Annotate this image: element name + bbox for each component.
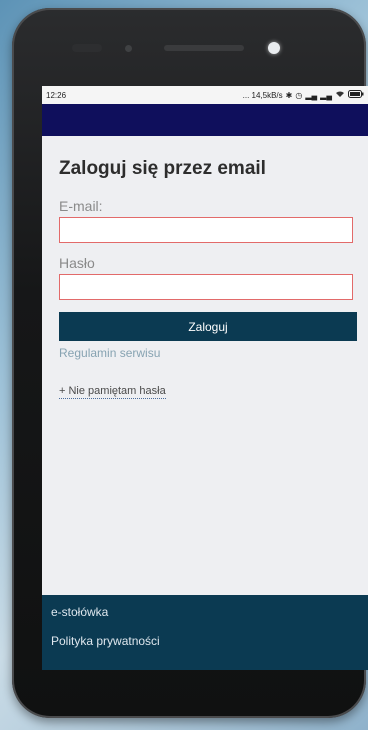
terms-link[interactable]: Regulamin serwisu [59, 346, 358, 360]
page-title: Zaloguj się przez email [59, 158, 266, 179]
footer-link-estolowka[interactable]: e-stołówka [42, 595, 368, 619]
bluetooth-icon: ✱ [285, 90, 293, 100]
sensor-dot [125, 45, 132, 52]
signal-icon: ▂▄ [320, 90, 332, 100]
footer-link-privacy[interactable]: Polityka prywatności [42, 619, 368, 648]
phone-frame: 12:26 ... 14,5kB/s ✱ ◷ ▂▄ ▂▄ Zaloguj się… [12, 8, 368, 718]
screen: 12:26 ... 14,5kB/s ✱ ◷ ▂▄ ▂▄ Zaloguj się… [42, 86, 368, 670]
login-button[interactable]: Zaloguj [59, 312, 357, 341]
wifi-icon [335, 90, 345, 100]
password-label: Hasło [59, 255, 95, 271]
battery-icon [348, 90, 364, 100]
email-label: E-mail: [59, 198, 103, 214]
sensor-bar [72, 44, 102, 52]
status-bar: 12:26 ... 14,5kB/s ✱ ◷ ▂▄ ▂▄ [42, 86, 368, 104]
email-field[interactable] [59, 217, 353, 243]
password-field[interactable] [59, 274, 353, 300]
footer: e-stołówka Polityka prywatności [42, 595, 368, 670]
signal-icon: ▂▄ [305, 90, 318, 100]
forgot-password-link[interactable]: + Nie pamiętam hasła [59, 385, 166, 399]
login-content: Zaloguj się przez email E-mail: Hasło Za… [42, 158, 368, 399]
app-header [42, 104, 368, 136]
network-speed: ... 14,5kB/s [242, 90, 283, 100]
front-camera [268, 42, 280, 54]
earpiece-speaker [164, 45, 244, 51]
status-time: 12:26 [46, 90, 67, 100]
alarm-icon: ◷ [295, 90, 303, 100]
status-icons: ... 14,5kB/s ✱ ◷ ▂▄ ▂▄ [243, 90, 364, 100]
